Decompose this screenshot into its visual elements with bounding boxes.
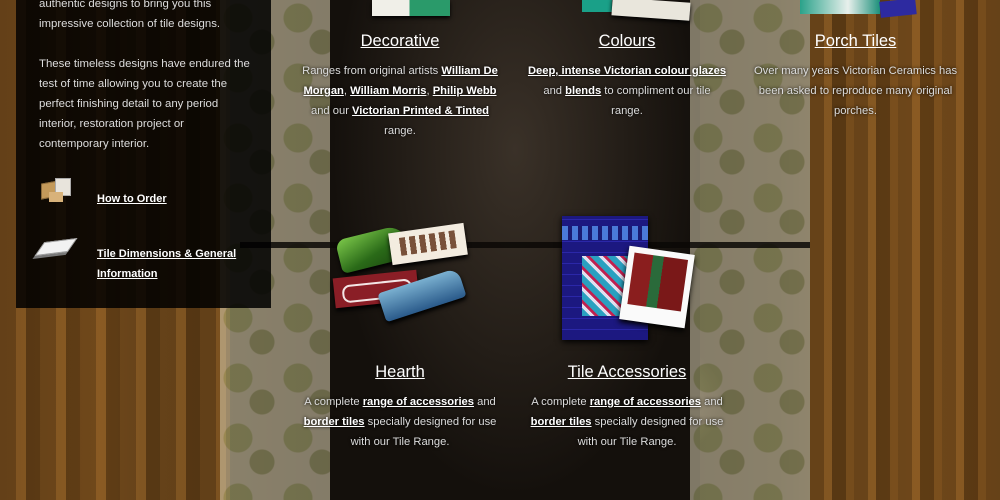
sidebar-timeless-text: These timeless designs have endured the … (39, 58, 250, 150)
decorative-heading[interactable]: Decorative (300, 31, 500, 51)
tile-dimensions-link-row[interactable]: Tile Dimensions & General Information (34, 232, 247, 284)
decorative-tiles-image[interactable] (372, 0, 450, 16)
colours-heading[interactable]: Colours (527, 31, 727, 51)
hearth-description: A complete range of accessories and bord… (303, 396, 497, 448)
porch-tiles-description: Over many years Victorian Ceramics has b… (753, 65, 958, 117)
hearth-heading[interactable]: Hearth (300, 362, 500, 382)
tile-accessories-image[interactable] (562, 216, 696, 340)
sidebar-intro-text: authentic designs to bring you this impr… (39, 0, 221, 30)
card-decorative: Decorative Ranges from original artists … (300, 31, 500, 141)
card-hearth: Hearth A complete range of accessories a… (300, 362, 500, 452)
how-to-order-link-row[interactable]: How to Order (39, 176, 247, 209)
tile-icon (34, 232, 78, 262)
link-border-tiles[interactable]: border tiles (531, 416, 592, 428)
how-to-order-link[interactable]: How to Order (97, 189, 247, 209)
colours-tile-image-1[interactable] (582, 0, 612, 12)
porch-tiles-image-1[interactable] (800, 0, 880, 14)
link-range-of-accessories[interactable]: range of accessories (363, 396, 474, 408)
link-victorian-printed-tinted[interactable]: Victorian Printed & Tinted (352, 105, 489, 117)
tile-dimensions-link[interactable]: Tile Dimensions & General Information (97, 244, 247, 284)
decorative-description: Ranges from original artists William De … (302, 65, 498, 137)
tile-accessories-description: A complete range of accessories and bord… (530, 396, 724, 448)
colours-description: Deep, intense Victorian colour glazes an… (527, 65, 727, 117)
hearth-tiles-image[interactable] (330, 222, 470, 323)
link-victorian-colour-glazes[interactable]: Deep, intense Victorian colour glazes (528, 65, 726, 77)
link-william-morris[interactable]: William Morris (350, 85, 426, 97)
card-colours: Colours Deep, intense Victorian colour g… (527, 31, 727, 121)
card-tile-accessories: Tile Accessories A complete range of acc… (527, 362, 727, 452)
link-border-tiles[interactable]: border tiles (304, 416, 365, 428)
tile-accessories-heading[interactable]: Tile Accessories (527, 362, 727, 382)
link-blends[interactable]: blends (565, 85, 601, 97)
card-porch-tiles: Porch Tiles Over many years Victorian Ce… (753, 31, 958, 121)
link-philip-webb[interactable]: Philip Webb (433, 85, 497, 97)
sidebar-panel: authentic designs to bring you this impr… (16, 0, 271, 308)
porch-tiles-heading[interactable]: Porch Tiles (753, 31, 958, 51)
boxes-icon (39, 176, 75, 206)
link-range-of-accessories[interactable]: range of accessories (590, 396, 701, 408)
section-divider (240, 242, 810, 248)
